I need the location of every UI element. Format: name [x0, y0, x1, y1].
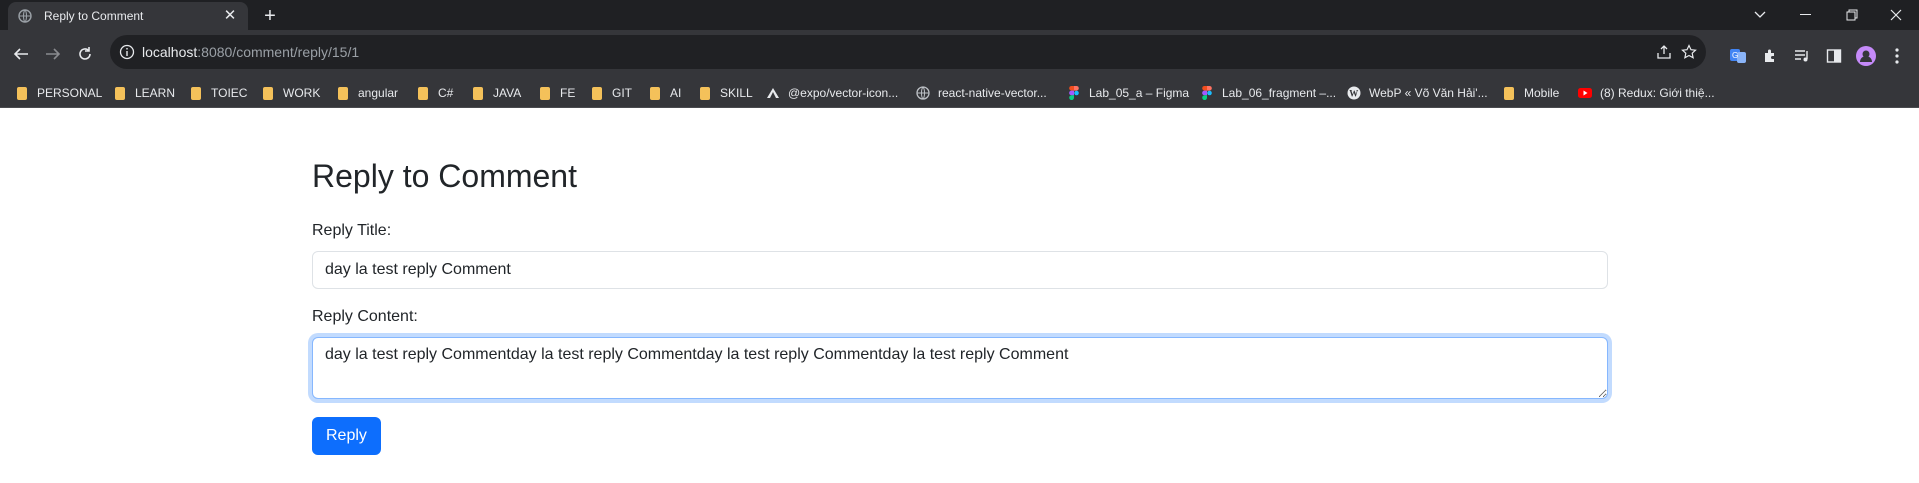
tab-title: Reply to Comment: [44, 9, 144, 23]
svg-text:G: G: [1732, 51, 1738, 60]
folder-icon: [416, 86, 430, 100]
folder-icon: [698, 86, 712, 100]
bookmark-item[interactable]: TOIEC: [189, 84, 247, 102]
bookmark-item[interactable]: LEARN: [113, 84, 175, 102]
folder-icon: [1502, 86, 1516, 100]
bookmark-label: PERSONAL: [37, 86, 103, 100]
youtube-icon: [1578, 86, 1592, 100]
url-path: :8080/comment/reply/15/1: [197, 44, 360, 60]
bookmark-item[interactable]: (8) Redux: Giới thiệ...: [1578, 84, 1715, 102]
close-window-icon[interactable]: [1873, 0, 1919, 30]
forward-icon[interactable]: [39, 40, 67, 68]
bookmark-item[interactable]: SKILL: [698, 84, 753, 102]
globe-icon: [916, 86, 930, 100]
bookmark-label: Lab_06_fragment –...: [1222, 86, 1337, 100]
profile-avatar-icon[interactable]: [1855, 45, 1877, 67]
reply-submit-button[interactable]: Reply: [312, 417, 381, 455]
bookmark-item[interactable]: AI: [648, 84, 681, 102]
address-bar[interactable]: localhost:8080/comment/reply/15/1: [110, 35, 1706, 69]
minimize-icon[interactable]: [1783, 0, 1829, 30]
bookmark-item[interactable]: Lab_05_a – Figma: [1067, 84, 1189, 102]
bookmark-item[interactable]: FE: [538, 84, 575, 102]
bookmark-item[interactable]: C#: [416, 84, 453, 102]
bookmark-item[interactable]: Mobile: [1502, 84, 1559, 102]
bookmark-item[interactable]: react-native-vector...: [916, 84, 1047, 102]
close-tab-icon[interactable]: ✕: [222, 8, 238, 24]
browser-tab[interactable]: Reply to Comment ✕: [8, 2, 248, 30]
bookmark-label: FE: [560, 86, 576, 100]
bookmark-star-icon[interactable]: [1680, 43, 1698, 61]
bookmark-item[interactable]: GIT: [590, 84, 632, 102]
tab-strip: Reply to Comment ✕ +: [0, 0, 1919, 30]
bookmark-label: LEARN: [135, 86, 176, 100]
menu-kebab-icon[interactable]: [1886, 45, 1908, 67]
svg-text:W: W: [1349, 89, 1358, 99]
url-host: localhost: [142, 44, 198, 60]
reload-icon[interactable]: [71, 40, 99, 68]
side-panel-icon[interactable]: [1823, 45, 1845, 67]
bookmark-label: (8) Redux: Giới thiệ...: [1600, 86, 1715, 100]
wordpress-icon: W: [1347, 86, 1361, 100]
folder-icon: [336, 86, 350, 100]
bookmark-label: AI: [670, 86, 682, 100]
folder-icon: [538, 86, 552, 100]
bookmark-item[interactable]: WORK: [261, 84, 320, 102]
bookmark-label: WebP « Võ Văn Hải'...: [1369, 86, 1488, 100]
site-info-icon[interactable]: [118, 43, 136, 61]
bookmark-label: WORK: [283, 86, 321, 100]
page-title: Reply to Comment: [312, 158, 577, 194]
reply-title-input[interactable]: [312, 251, 1608, 289]
reply-content-textarea[interactable]: day la test reply Commentday la test rep…: [312, 337, 1608, 399]
bookmark-label: JAVA: [493, 86, 522, 100]
bookmark-item[interactable]: @expo/vector-icon...: [766, 84, 898, 102]
folder-icon: [15, 86, 29, 100]
bookmark-label: C#: [438, 86, 454, 100]
folder-icon: [261, 86, 275, 100]
figma-icon: [1200, 86, 1214, 100]
folder-icon: [590, 86, 604, 100]
folder-icon: [648, 86, 662, 100]
folder-icon: [189, 86, 203, 100]
bookmark-label: Mobile: [1524, 86, 1560, 100]
share-icon[interactable]: [1655, 43, 1673, 61]
reply-content-label: Reply Content:: [312, 308, 418, 325]
folder-icon: [471, 86, 485, 100]
figma-icon: [1067, 86, 1081, 100]
bookmark-label: Lab_05_a – Figma: [1089, 86, 1190, 100]
bookmark-item[interactable]: W WebP « Võ Văn Hải'...: [1347, 84, 1488, 102]
bookmark-label: SKILL: [720, 86, 753, 100]
browser-toolbar: localhost:8080/comment/reply/15/1 G: [0, 30, 1919, 78]
url-text: localhost:8080/comment/reply/15/1: [142, 44, 359, 60]
bookmark-label: GIT: [612, 86, 632, 100]
reply-title-label: Reply Title:: [312, 222, 392, 239]
globe-icon: [18, 9, 32, 23]
bookmark-label: react-native-vector...: [938, 86, 1047, 100]
media-control-icon[interactable]: [1791, 45, 1813, 67]
bookmark-item[interactable]: PERSONAL: [15, 84, 102, 102]
bookmarks-bar: PERSONAL LEARN TOIEC WORK angular C# JAV…: [0, 78, 1919, 108]
bookmark-label: @expo/vector-icon...: [788, 86, 899, 100]
bookmark-item[interactable]: Lab_06_fragment –...: [1200, 84, 1336, 102]
tab-search-icon[interactable]: [1737, 0, 1783, 30]
folder-icon: [113, 86, 127, 100]
translate-extension-icon[interactable]: G: [1727, 45, 1749, 67]
new-tab-button[interactable]: +: [259, 5, 281, 27]
restore-icon[interactable]: [1829, 0, 1875, 30]
bookmark-item[interactable]: angular: [336, 84, 398, 102]
bookmark-label: TOIEC: [211, 86, 248, 100]
back-icon[interactable]: [7, 40, 35, 68]
bookmark-item[interactable]: JAVA: [471, 84, 521, 102]
extensions-puzzle-icon[interactable]: [1759, 45, 1781, 67]
bookmark-label: angular: [358, 86, 399, 100]
page-content: Reply to Comment Reply Title: Reply Cont…: [0, 108, 1919, 483]
expo-icon: [766, 86, 780, 100]
